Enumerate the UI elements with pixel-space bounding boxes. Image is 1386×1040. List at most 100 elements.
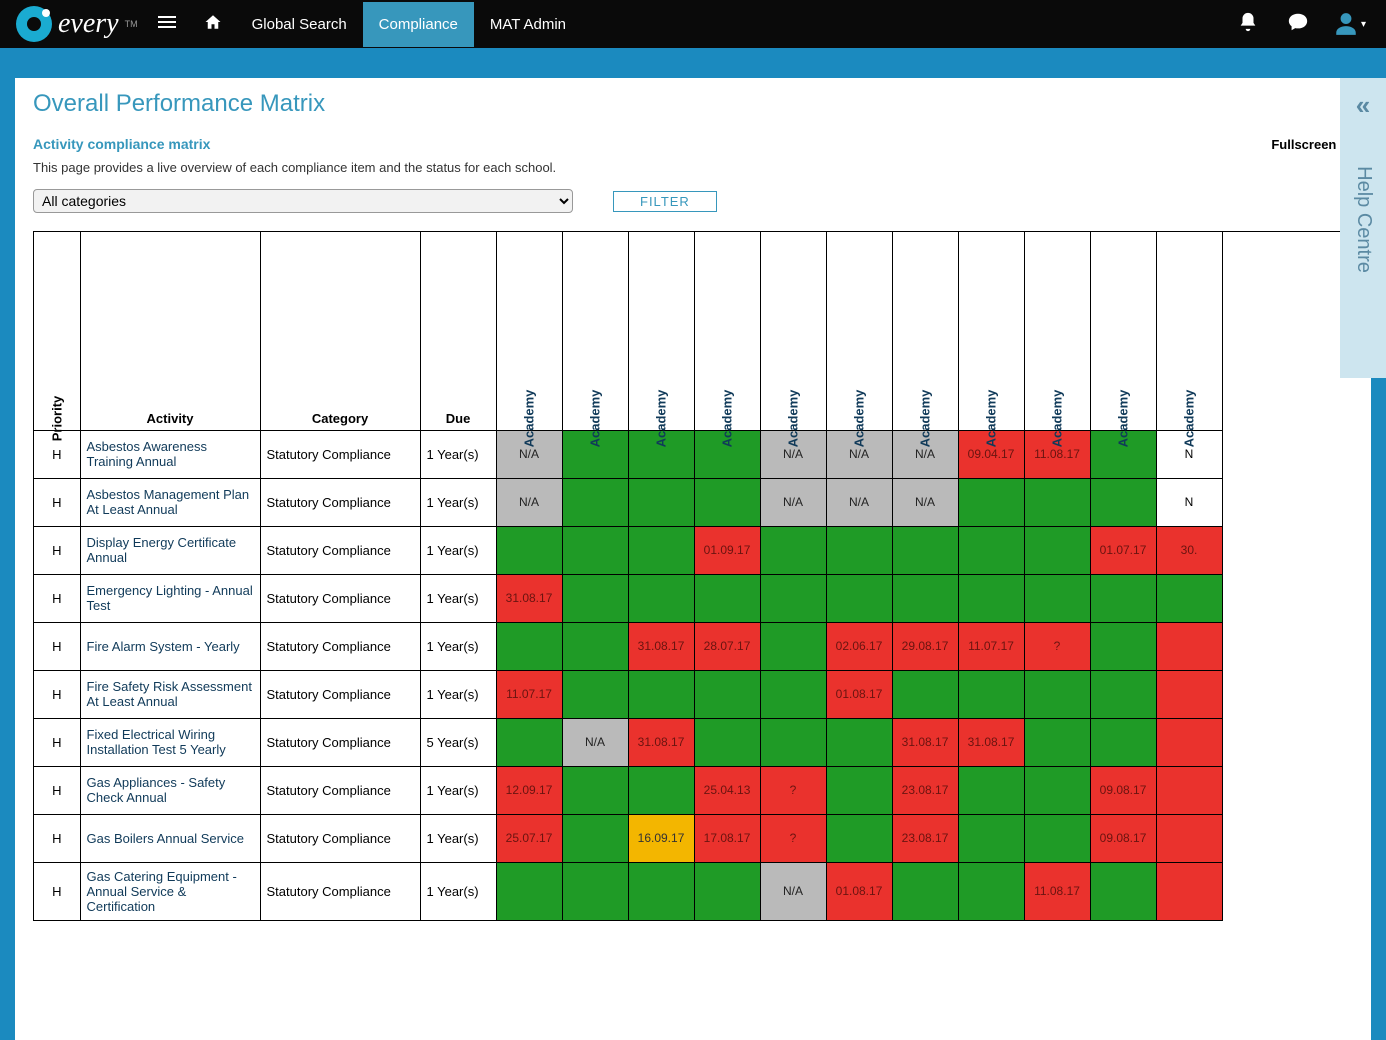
status-cell[interactable] <box>628 766 694 814</box>
status-cell[interactable] <box>1024 526 1090 574</box>
status-cell[interactable] <box>1156 766 1222 814</box>
status-cell[interactable] <box>628 526 694 574</box>
cell-activity[interactable]: Display Energy Certificate Annual <box>80 526 260 574</box>
header-academy-6[interactable]: Academy <box>892 232 958 430</box>
status-cell[interactable] <box>958 766 1024 814</box>
status-cell[interactable] <box>1090 622 1156 670</box>
status-cell[interactable] <box>628 574 694 622</box>
status-cell[interactable] <box>562 814 628 862</box>
header-academy-4[interactable]: Academy <box>760 232 826 430</box>
status-cell[interactable]: 31.08.17 <box>958 718 1024 766</box>
status-cell[interactable] <box>958 574 1024 622</box>
status-cell[interactable] <box>760 718 826 766</box>
status-cell[interactable] <box>1090 478 1156 526</box>
status-cell[interactable] <box>694 862 760 920</box>
header-academy-5[interactable]: Academy <box>826 232 892 430</box>
header-academy-2[interactable]: Academy <box>628 232 694 430</box>
status-cell[interactable]: 11.07.17 <box>958 622 1024 670</box>
status-cell[interactable]: 31.08.17 <box>892 718 958 766</box>
status-cell[interactable] <box>826 814 892 862</box>
status-cell[interactable] <box>1024 814 1090 862</box>
nav-item-mat-admin[interactable]: MAT Admin <box>474 2 582 47</box>
status-cell[interactable] <box>562 478 628 526</box>
status-cell[interactable]: 31.08.17 <box>628 718 694 766</box>
header-academy-1[interactable]: Academy <box>562 232 628 430</box>
status-cell[interactable]: 11.08.17 <box>1024 862 1090 920</box>
status-cell[interactable] <box>694 718 760 766</box>
status-cell[interactable] <box>760 526 826 574</box>
nav-item-global-search[interactable]: Global Search <box>236 2 363 47</box>
status-cell[interactable] <box>1090 862 1156 920</box>
header-academy-8[interactable]: Academy <box>1024 232 1090 430</box>
cell-activity[interactable]: Fire Safety Risk Assessment At Least Ann… <box>80 670 260 718</box>
speech-icon[interactable] <box>1273 11 1323 38</box>
status-cell[interactable]: 28.07.17 <box>694 622 760 670</box>
bell-icon[interactable] <box>1223 11 1273 38</box>
header-academy-9[interactable]: Academy <box>1090 232 1156 430</box>
status-cell[interactable] <box>1156 622 1222 670</box>
status-cell[interactable]: 31.08.17 <box>496 574 562 622</box>
status-cell[interactable]: 23.08.17 <box>892 766 958 814</box>
status-cell[interactable] <box>562 622 628 670</box>
status-cell[interactable]: 01.09.17 <box>694 526 760 574</box>
help-centre-tab[interactable]: « Help Centre <box>1340 78 1386 378</box>
status-cell[interactable]: 01.08.17 <box>826 862 892 920</box>
status-cell[interactable]: N/A <box>892 478 958 526</box>
status-cell[interactable] <box>628 862 694 920</box>
cell-activity[interactable]: Gas Catering Equipment - Annual Service … <box>80 862 260 920</box>
cell-activity[interactable]: Asbestos Management Plan At Least Annual <box>80 478 260 526</box>
status-cell[interactable] <box>694 670 760 718</box>
nav-item-compliance[interactable]: Compliance <box>363 2 474 47</box>
status-cell[interactable] <box>562 766 628 814</box>
status-cell[interactable] <box>1024 478 1090 526</box>
status-cell[interactable]: 01.08.17 <box>826 670 892 718</box>
status-cell[interactable] <box>760 574 826 622</box>
header-academy-10[interactable]: Academy <box>1156 232 1222 430</box>
header-academy-0[interactable]: Academy <box>496 232 562 430</box>
hamburger-icon[interactable] <box>144 13 190 36</box>
status-cell[interactable]: N/A <box>826 478 892 526</box>
status-cell[interactable]: 16.09.17 <box>628 814 694 862</box>
status-cell[interactable] <box>628 478 694 526</box>
status-cell[interactable] <box>1156 574 1222 622</box>
status-cell[interactable] <box>1090 574 1156 622</box>
status-cell[interactable]: N/A <box>760 862 826 920</box>
status-cell[interactable] <box>694 574 760 622</box>
status-cell[interactable] <box>562 526 628 574</box>
status-cell[interactable]: 23.08.17 <box>892 814 958 862</box>
status-cell[interactable] <box>958 670 1024 718</box>
status-cell[interactable] <box>958 526 1024 574</box>
status-cell[interactable] <box>1156 718 1222 766</box>
status-cell[interactable] <box>496 622 562 670</box>
status-cell[interactable] <box>1024 670 1090 718</box>
status-cell[interactable]: 25.07.17 <box>496 814 562 862</box>
status-cell[interactable]: N/A <box>760 478 826 526</box>
status-cell[interactable] <box>1156 814 1222 862</box>
status-cell[interactable] <box>826 526 892 574</box>
cell-activity[interactable]: Emergency Lighting - Annual Test <box>80 574 260 622</box>
status-cell[interactable] <box>1090 718 1156 766</box>
filter-button[interactable]: FILTER <box>613 191 717 212</box>
status-cell[interactable] <box>1090 670 1156 718</box>
status-cell[interactable] <box>760 622 826 670</box>
status-cell[interactable] <box>1156 862 1222 920</box>
status-cell[interactable] <box>1024 718 1090 766</box>
status-cell[interactable] <box>496 526 562 574</box>
status-cell[interactable] <box>694 478 760 526</box>
cell-activity[interactable]: Fixed Electrical Wiring Installation Tes… <box>80 718 260 766</box>
cell-activity[interactable]: Asbestos Awareness Training Annual <box>80 430 260 478</box>
status-cell[interactable]: ? <box>760 814 826 862</box>
header-academy-7[interactable]: Academy <box>958 232 1024 430</box>
status-cell[interactable]: 29.08.17 <box>892 622 958 670</box>
status-cell[interactable]: 02.06.17 <box>826 622 892 670</box>
status-cell[interactable]: 09.08.17 <box>1090 814 1156 862</box>
status-cell[interactable] <box>892 526 958 574</box>
cell-activity[interactable]: Gas Appliances - Safety Check Annual <box>80 766 260 814</box>
status-cell[interactable]: N <box>1156 478 1222 526</box>
cell-activity[interactable]: Fire Alarm System - Yearly <box>80 622 260 670</box>
status-cell[interactable]: 12.09.17 <box>496 766 562 814</box>
status-cell[interactable] <box>1156 670 1222 718</box>
status-cell[interactable] <box>892 862 958 920</box>
status-cell[interactable]: 31.08.17 <box>628 622 694 670</box>
status-cell[interactable] <box>562 862 628 920</box>
